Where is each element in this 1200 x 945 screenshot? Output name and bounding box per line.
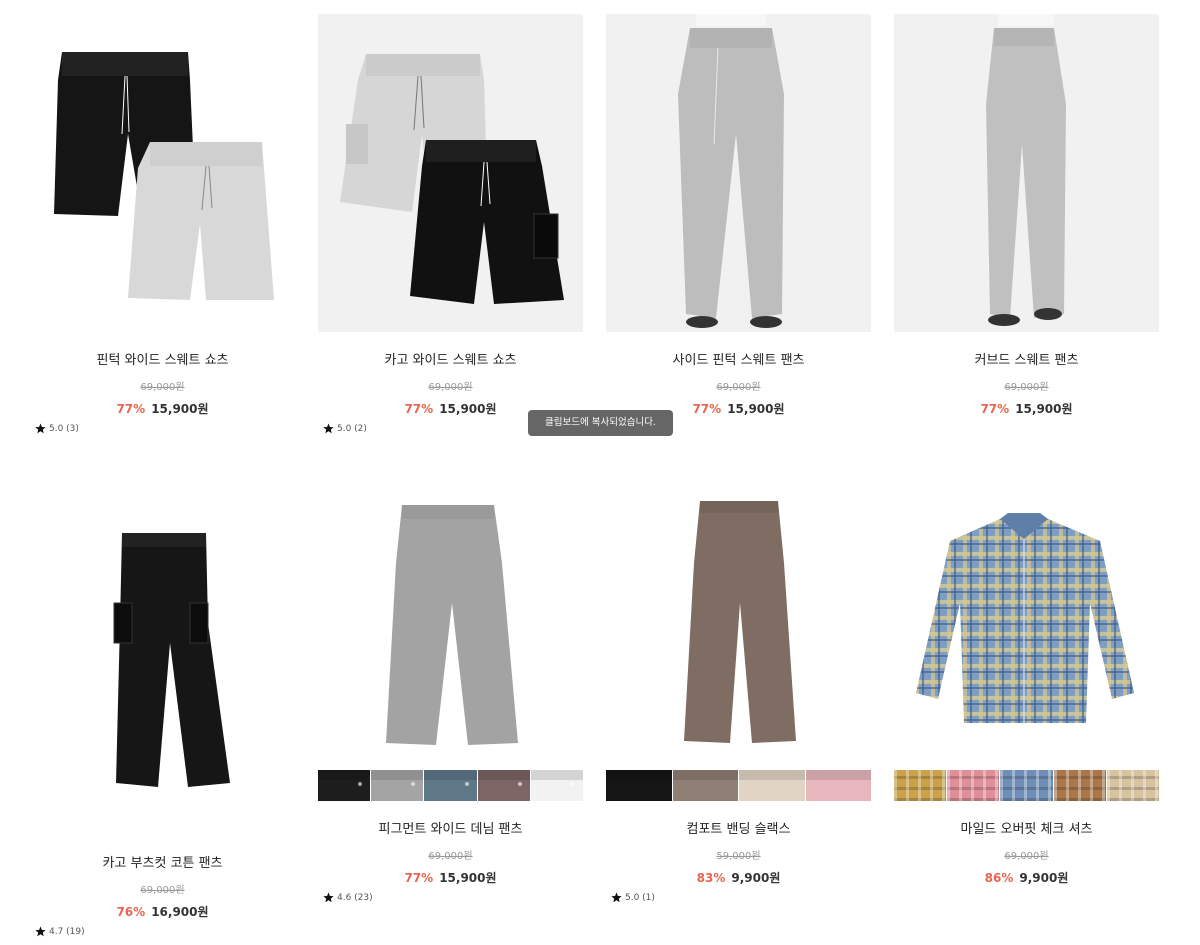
product-image[interactable]: [894, 14, 1159, 332]
star-icon: [611, 892, 622, 903]
product-image[interactable]: [606, 483, 871, 769]
product-image[interactable]: [318, 483, 583, 769]
discount-rate: 76%: [116, 905, 146, 919]
color-swatch[interactable]: [1053, 770, 1107, 801]
star-icon: [35, 926, 46, 937]
color-swatches: [606, 770, 871, 801]
rating-text: 5.0 (2): [337, 423, 367, 434]
product-image[interactable]: [30, 14, 295, 332]
rating-text: 5.0 (3): [49, 423, 79, 434]
color-swatch[interactable]: [477, 770, 531, 801]
discount-rate: 77%: [404, 402, 434, 416]
review-rating: 5.0 (2): [323, 423, 367, 434]
price: 15,900원: [1015, 402, 1073, 416]
rating-text: 4.7 (19): [49, 926, 85, 937]
color-swatches: [894, 770, 1160, 801]
product-name[interactable]: 카고 와이드 스웨트 쇼츠: [318, 349, 583, 368]
star-icon: [323, 423, 334, 434]
product-image[interactable]: [318, 14, 583, 332]
review-rating: 5.0 (1): [611, 892, 655, 903]
product-name[interactable]: 사이드 핀턱 스웨트 팬츠: [606, 349, 871, 368]
product-name[interactable]: 피그먼트 와이드 데님 팬츠: [318, 818, 583, 837]
product-image[interactable]: [30, 483, 295, 803]
review-rating: 5.0 (3): [35, 423, 79, 434]
color-swatch[interactable]: [672, 770, 739, 801]
color-swatch[interactable]: [894, 770, 948, 801]
price: 16,900원: [151, 905, 209, 919]
product-name[interactable]: 핀턱 와이드 스웨트 쇼츠: [30, 349, 295, 368]
color-swatch[interactable]: [947, 770, 1001, 801]
price: 9,900원: [1019, 871, 1069, 885]
sale-price: 86% 9,900원: [894, 869, 1159, 886]
product-name[interactable]: 커브드 스웨트 팬츠: [894, 349, 1159, 368]
price: 15,900원: [727, 402, 785, 416]
color-swatch[interactable]: [1106, 770, 1160, 801]
product-image[interactable]: [894, 483, 1159, 769]
sale-price: 77% 15,900원: [894, 400, 1159, 417]
review-rating: 4.7 (19): [35, 926, 85, 937]
sale-price: 76% 16,900원: [30, 903, 295, 920]
color-swatch[interactable]: [606, 770, 673, 801]
sale-price: 77% 15,900원: [318, 869, 583, 886]
color-swatch[interactable]: [805, 770, 871, 801]
original-price: 69,000원: [428, 382, 473, 393]
product-name[interactable]: 카고 부츠컷 코튼 팬츠: [30, 852, 295, 871]
discount-rate: 86%: [984, 871, 1014, 885]
color-swatch[interactable]: [530, 770, 584, 801]
discount-rate: 77%: [692, 402, 722, 416]
star-icon: [323, 892, 334, 903]
toast-message: 클립보드에 복사되었습니다.: [528, 410, 673, 436]
original-price: 69,000원: [716, 382, 761, 393]
color-swatch[interactable]: [1000, 770, 1054, 801]
price: 15,900원: [151, 402, 209, 416]
original-price: 69,000원: [1004, 851, 1049, 862]
discount-rate: 77%: [404, 871, 434, 885]
sale-price: 77% 15,900원: [30, 400, 295, 417]
discount-rate: 77%: [116, 402, 146, 416]
rating-text: 5.0 (1): [625, 892, 655, 903]
price: 15,900원: [439, 871, 497, 885]
color-swatch[interactable]: [371, 770, 425, 801]
rating-text: 4.6 (23): [337, 892, 373, 903]
discount-rate: 83%: [696, 871, 726, 885]
original-price: 69,000원: [140, 885, 185, 896]
price: 9,900원: [731, 871, 781, 885]
original-price: 69,000원: [140, 382, 185, 393]
product-name[interactable]: 컴포트 밴딩 슬랙스: [606, 818, 871, 837]
price: 15,900원: [439, 402, 497, 416]
original-price: 69,000원: [428, 851, 473, 862]
original-price: 69,000원: [1004, 382, 1049, 393]
color-swatch[interactable]: [424, 770, 478, 801]
color-swatches: [318, 770, 584, 801]
original-price: 59,000원: [716, 851, 761, 862]
product-name[interactable]: 마일드 오버핏 체크 셔츠: [894, 818, 1159, 837]
color-swatch[interactable]: [739, 770, 806, 801]
star-icon: [35, 423, 46, 434]
discount-rate: 77%: [980, 402, 1010, 416]
sale-price: 83% 9,900원: [606, 869, 871, 886]
review-rating: 4.6 (23): [323, 892, 373, 903]
product-image[interactable]: [606, 14, 871, 332]
color-swatch[interactable]: [318, 770, 372, 801]
